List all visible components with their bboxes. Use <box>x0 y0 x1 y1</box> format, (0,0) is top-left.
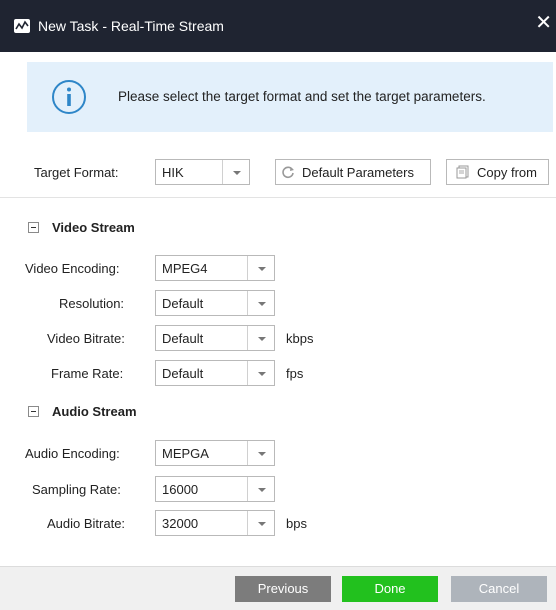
previous-button[interactable]: Previous <box>235 576 331 602</box>
target-format-value: HIK <box>162 165 184 180</box>
done-button[interactable]: Done <box>342 576 438 602</box>
video-stream-header: Video Stream <box>52 220 135 235</box>
refresh-icon <box>282 166 294 179</box>
audio-encoding-label: Audio Encoding: <box>25 446 120 461</box>
resolution-select[interactable]: Default <box>155 290 275 316</box>
window-title: New Task - Real-Time Stream <box>38 18 224 34</box>
copy-from-button[interactable]: Copy from <box>446 159 549 185</box>
target-format-select[interactable]: HIK <box>155 159 250 185</box>
chevron-down-icon[interactable] <box>247 511 274 535</box>
video-collapse-icon[interactable] <box>28 222 39 233</box>
chevron-down-icon[interactable] <box>247 326 274 350</box>
close-icon[interactable]: ✕ <box>535 13 552 33</box>
audio-stream-header: Audio Stream <box>52 404 137 419</box>
sampling-rate-select[interactable]: 16000 <box>155 476 275 502</box>
cancel-button[interactable]: Cancel <box>451 576 547 602</box>
resolution-value: Default <box>162 296 204 311</box>
chevron-down-icon[interactable] <box>247 291 274 315</box>
chevron-down-icon[interactable] <box>222 160 249 184</box>
audio-bitrate-value: 32000 <box>162 516 199 531</box>
frame-rate-select[interactable]: Default <box>155 360 275 386</box>
target-format-label: Target Format: <box>34 165 119 180</box>
resolution-label: Resolution: <box>59 296 125 311</box>
info-circle-icon <box>52 80 86 114</box>
info-banner: Please select the target format and set … <box>27 62 553 132</box>
default-parameters-button[interactable]: Default Parameters <box>275 159 431 185</box>
audio-encoding-value: MEPGA <box>162 446 209 461</box>
audio-bitrate-unit: bps <box>286 516 307 531</box>
video-encoding-select[interactable]: MPEG4 <box>155 255 275 281</box>
divider <box>0 197 556 198</box>
audio-collapse-icon[interactable] <box>28 406 39 417</box>
video-bitrate-label: Video Bitrate: <box>47 331 125 346</box>
copy-from-label: Copy from <box>477 165 537 180</box>
video-bitrate-unit: kbps <box>286 331 314 346</box>
video-bitrate-select[interactable]: Default <box>155 325 275 351</box>
chevron-down-icon[interactable] <box>247 441 274 465</box>
chevron-down-icon[interactable] <box>247 477 274 501</box>
video-encoding-label: Video Encoding: <box>25 261 120 276</box>
video-encoding-value: MPEG4 <box>162 261 208 276</box>
copy-icon <box>456 165 469 179</box>
audio-bitrate-select[interactable]: 32000 <box>155 510 275 536</box>
frame-rate-unit: fps <box>286 366 304 381</box>
info-message: Please select the target format and set … <box>118 89 486 104</box>
video-bitrate-value: Default <box>162 331 204 346</box>
audio-encoding-select[interactable]: MEPGA <box>155 440 275 466</box>
frame-rate-label: Frame Rate: <box>51 366 124 381</box>
sampling-rate-value: 16000 <box>162 482 199 497</box>
dialog-footer: Previous Done Cancel <box>0 566 556 610</box>
chevron-down-icon[interactable] <box>247 256 274 280</box>
app-logo-icon <box>14 19 30 33</box>
frame-rate-value: Default <box>162 366 204 381</box>
title-bar: New Task - Real-Time Stream ✕ <box>0 0 556 52</box>
default-parameters-label: Default Parameters <box>302 165 414 180</box>
audio-bitrate-label: Audio Bitrate: <box>47 516 126 531</box>
chevron-down-icon[interactable] <box>247 361 274 385</box>
sampling-rate-label: Sampling Rate: <box>32 482 121 497</box>
